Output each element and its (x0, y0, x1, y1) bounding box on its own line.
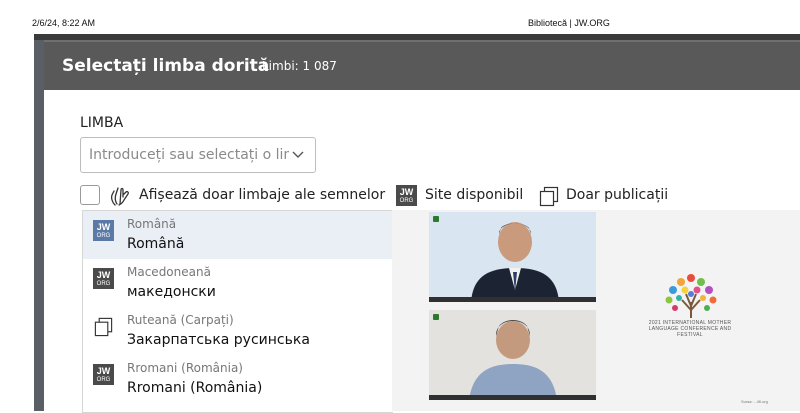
print-date: 2/6/24, 8:22 AM (32, 18, 96, 28)
language-search-input[interactable] (81, 138, 289, 172)
print-page-title: Bibliotecă | JW.ORG (528, 18, 610, 28)
speaker-silhouette (429, 310, 596, 400)
background-video-frame: 2021 INTERNATIONAL MOTHER LANGUAGE CONFE… (392, 210, 800, 411)
mic-indicator-icon (433, 216, 439, 222)
jw-logo-text: JW (96, 366, 111, 376)
language-native-name: македонски (127, 284, 216, 300)
jw-logo-text: JW (96, 222, 111, 232)
publications-only-label[interactable]: Doar publicații (566, 187, 668, 203)
language-name: Macedoneană (127, 265, 211, 279)
sign-language-label[interactable]: Afișează doar limbaje ale semnelor (139, 187, 385, 203)
video-tile-speaker-1 (429, 212, 596, 302)
mic-indicator-icon (433, 314, 439, 320)
language-native-name: Rromani (România) (127, 380, 263, 396)
language-option-romana[interactable]: JW ORG Română Română (83, 211, 393, 259)
festival-caption: 2021 INTERNATIONAL MOTHER LANGUAGE CONFE… (648, 320, 732, 338)
jw-org-logo-icon: JW ORG (93, 220, 114, 241)
site-available-label[interactable]: Site disponibil (425, 187, 523, 203)
backdrop-left-strip (34, 40, 44, 411)
language-name: Ruteană (Carpați) (127, 313, 234, 327)
language-selector-modal: LIMBA Afișează doar limbaje ale semnelor… (44, 90, 800, 413)
video-tile-bar (429, 297, 596, 302)
chevron-down-icon[interactable] (291, 147, 305, 161)
org-logo-text: ORG (399, 198, 414, 204)
jw-logo-text: JW (399, 187, 414, 197)
language-option-macedoneana[interactable]: JW ORG Macedoneană македонски (83, 259, 393, 307)
publications-icon[interactable] (538, 185, 560, 207)
speaker-silhouette (429, 212, 596, 302)
jw-org-logo-icon: JW ORG (93, 268, 114, 289)
jw-org-logo-icon[interactable]: JW ORG (396, 185, 417, 206)
language-combobox[interactable] (80, 137, 316, 173)
backdrop-top-bar (34, 34, 800, 40)
language-option-ruteana[interactable]: Ruteană (Carpați) Закарпатська русинська (83, 307, 393, 355)
language-list: JW ORG Română Română JW ORG Macedoneană … (82, 210, 393, 413)
language-name: Rromani (România) (127, 361, 243, 375)
festival-tree-logo (665, 274, 717, 318)
jw-logo-text: JW (96, 270, 111, 280)
video-tile-speaker-2 (429, 310, 596, 400)
language-count: Limbi: 1 087 (262, 59, 337, 73)
language-name: Română (127, 217, 177, 231)
language-native-name: Закарпатська русинська (127, 332, 310, 348)
publications-icon (94, 317, 113, 337)
org-logo-text: ORG (96, 281, 111, 287)
language-option-rromani[interactable]: JW ORG Rromani (România) Rromani (Români… (83, 355, 393, 403)
filter-row: Afișează doar limbaje ale semnelor JW OR… (80, 183, 800, 209)
org-logo-text: ORG (96, 233, 111, 239)
print-header: 2/6/24, 8:22 AM Bibliotecă | JW.ORG (0, 0, 800, 34)
jw-org-logo-icon: JW ORG (93, 364, 114, 385)
language-native-name: Română (127, 236, 185, 252)
sign-language-hand-icon (110, 187, 129, 206)
org-logo-text: ORG (96, 377, 111, 383)
sign-language-checkbox[interactable] (80, 185, 100, 205)
video-tile-bar (429, 395, 596, 400)
language-field-label: LIMBA (80, 115, 124, 131)
image-credit: Sursa: .../ifl.org (741, 399, 768, 404)
modal-title: Selectați limba dorită (62, 56, 270, 76)
modal-header: Selectați limba dorită Limbi: 1 087 (44, 42, 800, 90)
